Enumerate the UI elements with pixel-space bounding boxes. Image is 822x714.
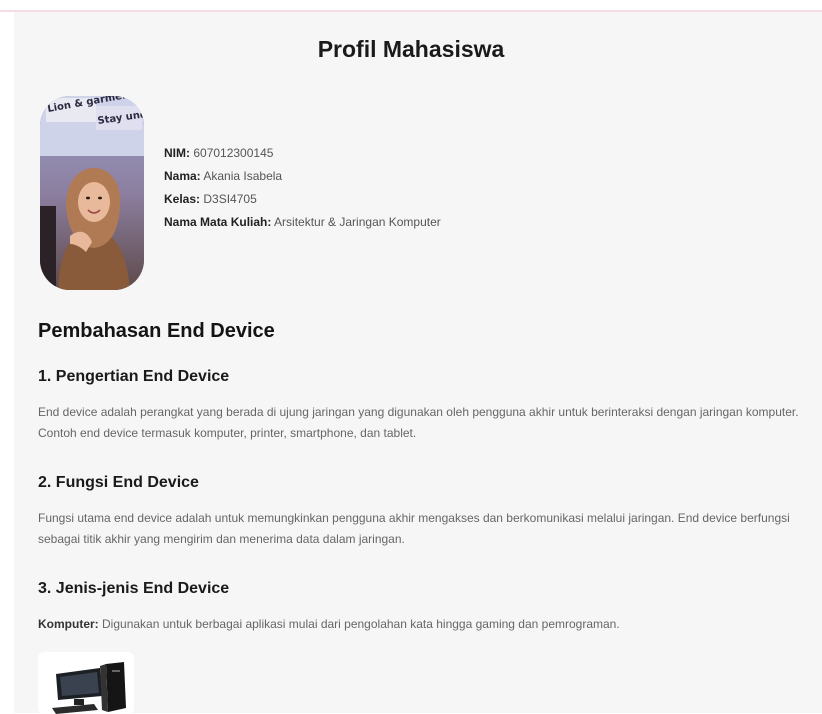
- komputer-text: Digunakan untuk berbagai aplikasi mulai …: [102, 617, 620, 631]
- matkul-row: Nama Mata Kuliah: Arsitektur & Jaringan …: [164, 211, 441, 234]
- page-title: Profil Mahasiswa: [317, 36, 505, 62]
- nim-row: NIM: 607012300145: [164, 142, 441, 165]
- paragraph-komputer: Komputer: Digunakan untuk berbagai aplik…: [38, 614, 808, 635]
- top-strip: [0, 0, 822, 12]
- subheading-jenis: 3. Jenis-jenis End Device: [38, 580, 230, 597]
- section-title: Pembahasan End Device: [38, 320, 275, 342]
- nama-value: Akania Isabela: [203, 169, 283, 183]
- desktop-computer-icon: [38, 652, 134, 714]
- matkul-value: Arsitektur & Jaringan Komputer: [274, 215, 441, 229]
- subheading-pengertian: 1. Pengertian End Device: [38, 368, 230, 385]
- profile-photo: Lion & garment Stay under: [40, 96, 144, 290]
- kelas-value: D3SI4705: [203, 192, 257, 206]
- nama-row: Nama: Akania Isabela: [164, 165, 441, 188]
- student-info: NIM: 607012300145 Nama: Akania Isabela K…: [164, 142, 441, 234]
- nim-label: NIM:: [164, 146, 190, 160]
- subheading-fungsi: 2. Fungsi End Device: [38, 474, 199, 491]
- komputer-label: Komputer:: [38, 617, 99, 631]
- paragraph-pengertian: End device adalah perangkat yang berada …: [38, 405, 799, 440]
- matkul-label: Nama Mata Kuliah:: [164, 215, 272, 229]
- kelas-label: Kelas:: [164, 192, 201, 206]
- nama-label: Nama:: [164, 169, 201, 183]
- left-gutter: [0, 12, 10, 713]
- kelas-row: Kelas: D3SI4705: [164, 188, 441, 211]
- paragraph-fungsi: Fungsi utama end device adalah untuk mem…: [38, 511, 790, 546]
- nim-value: 607012300145: [193, 146, 274, 160]
